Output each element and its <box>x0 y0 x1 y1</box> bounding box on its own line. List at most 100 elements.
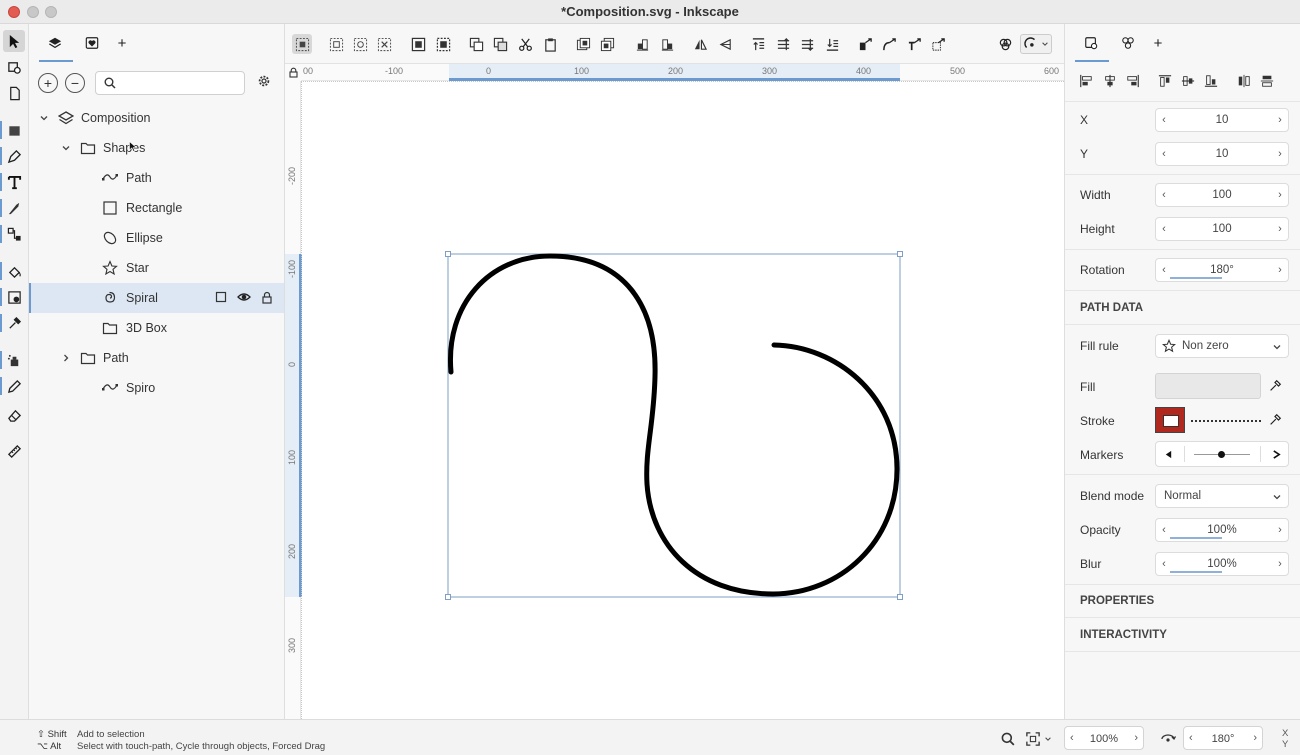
tree-item-star[interactable]: Star <box>29 253 284 283</box>
selector-tool[interactable] <box>3 30 25 52</box>
zoom-search-button[interactable] <box>1000 731 1016 747</box>
chevron-right-icon[interactable]: › <box>1274 523 1286 537</box>
rotation-value[interactable]: 180° <box>1174 264 1270 276</box>
fill-rule-dropdown[interactable]: Non zero <box>1155 334 1289 358</box>
rectangle-tool[interactable] <box>0 119 25 141</box>
rotation-spinbox[interactable]: ‹ 180° › <box>1183 726 1263 750</box>
chevron-left-icon[interactable]: ‹ <box>1158 222 1170 236</box>
tree-item-rectangle[interactable]: Rectangle <box>29 193 284 223</box>
chevron-left-icon[interactable]: ‹ <box>1070 732 1074 744</box>
height-spinbox[interactable]: ‹ 100 › <box>1155 217 1289 241</box>
clone-button[interactable] <box>490 34 510 54</box>
zoom-value[interactable]: 100% <box>1081 733 1127 745</box>
stroke-dropper-button[interactable] <box>1267 412 1283 428</box>
tab-add-button[interactable]: + <box>1147 32 1169 54</box>
chevron-right-icon[interactable]: › <box>1274 222 1286 236</box>
measure-tool[interactable] <box>3 440 25 462</box>
chevron-down-icon[interactable] <box>60 142 72 154</box>
chevron-left-icon[interactable]: ‹ <box>1189 732 1193 744</box>
flip-vertical-button[interactable] <box>715 34 735 54</box>
rotate-canvas-button[interactable] <box>1160 731 1176 747</box>
width-spinbox[interactable]: ‹ 100 › <box>1155 183 1289 207</box>
lower-to-bottom-button[interactable] <box>597 34 617 54</box>
zoom-spinbox[interactable]: ‹ 100% › <box>1064 726 1144 750</box>
chevron-right-icon[interactable]: › <box>1274 113 1286 127</box>
settings-button[interactable] <box>257 74 271 91</box>
paint-bucket-tool[interactable] <box>0 260 25 282</box>
interactivity-heading[interactable]: INTERACTIVITY <box>1080 629 1167 641</box>
chevron-right-icon[interactable] <box>60 352 72 364</box>
snap-toggle-dropdown[interactable] <box>1020 34 1052 54</box>
tree-item-ellipse[interactable]: Ellipse <box>29 223 284 253</box>
raise-to-top-button[interactable] <box>573 34 593 54</box>
object-to-path-button[interactable] <box>855 34 875 54</box>
tab-symbols[interactable] <box>81 32 103 54</box>
connector-tool[interactable] <box>0 223 25 245</box>
stroke-to-path-button[interactable] <box>879 34 899 54</box>
chevron-right-icon[interactable]: › <box>1274 188 1286 202</box>
search-input[interactable] <box>122 75 240 91</box>
zoom-fit-dropdown[interactable] <box>1026 731 1058 747</box>
fill-dropper-button[interactable] <box>1267 378 1283 394</box>
tree-item-composition[interactable]: Composition <box>29 103 284 133</box>
align-left-edge-button[interactable] <box>1077 72 1095 90</box>
cut-button[interactable] <box>515 34 535 54</box>
tree-item-spiro[interactable]: Spiro <box>29 373 284 403</box>
chevron-left-icon[interactable]: ‹ <box>1158 188 1170 202</box>
duplicate-button[interactable] <box>466 34 486 54</box>
blend-mode-dropdown[interactable]: Normal <box>1155 484 1289 508</box>
align-right-edge-button[interactable] <box>1124 72 1142 90</box>
blur-value[interactable]: 100% <box>1174 558 1270 570</box>
rotation-spinbox[interactable]: ‹ 180° › <box>1155 258 1289 282</box>
paste-button[interactable] <box>540 34 560 54</box>
opacity-value[interactable]: 100% <box>1174 524 1270 536</box>
text-to-path-button[interactable] <box>904 34 924 54</box>
chevron-right-icon[interactable]: › <box>1274 263 1286 277</box>
calligraphy-tool[interactable] <box>0 197 25 219</box>
tab-fill-stroke[interactable] <box>1117 32 1139 54</box>
eraser-tool[interactable] <box>3 404 25 426</box>
stroke-color-swatch[interactable] <box>1155 407 1185 433</box>
node-tool[interactable] <box>3 56 25 78</box>
flip-horizontal-button[interactable] <box>690 34 710 54</box>
opacity-spinbox[interactable]: ‹ 100% › <box>1155 518 1289 542</box>
marker-start-icon[interactable] <box>1164 450 1173 459</box>
align-left-button[interactable] <box>632 34 652 54</box>
blur-spinbox[interactable]: ‹ 100% › <box>1155 552 1289 576</box>
text-tool[interactable] <box>0 171 25 193</box>
x-value[interactable]: 10 <box>1174 114 1270 126</box>
chevron-right-icon[interactable]: › <box>1253 732 1257 744</box>
chevron-left-icon[interactable]: ‹ <box>1158 523 1170 537</box>
tree-item-spiral[interactable]: Spiral <box>29 283 284 313</box>
remove-layer-button[interactable]: − <box>65 73 85 93</box>
tab-add-button[interactable]: + <box>111 32 133 54</box>
pencil-tool[interactable] <box>0 375 25 397</box>
tab-layers[interactable] <box>44 32 66 54</box>
tweak-tool[interactable] <box>0 286 25 308</box>
y-spinbox[interactable]: ‹ 10 › <box>1155 142 1289 166</box>
chevron-left-icon[interactable]: ‹ <box>1158 557 1170 571</box>
align-right-button[interactable] <box>657 34 677 54</box>
tree-item-path[interactable]: Path <box>29 163 284 193</box>
chevron-left-icon[interactable]: ‹ <box>1158 113 1170 127</box>
select-all-layers-button[interactable] <box>326 34 346 54</box>
tree-item-path-group[interactable]: Path <box>29 343 284 373</box>
ungroup-button[interactable] <box>433 34 453 54</box>
boolean-ops-button[interactable] <box>995 34 1015 54</box>
canvas-rotation-value[interactable]: 180° <box>1200 733 1246 745</box>
align-center-vertical-button[interactable] <box>1179 72 1197 90</box>
chevron-right-icon[interactable]: › <box>1134 732 1138 744</box>
visibility-toggle-button[interactable] <box>237 290 251 304</box>
raise-button[interactable] <box>748 34 768 54</box>
x-spinbox[interactable]: ‹ 10 › <box>1155 108 1289 132</box>
deselect-button[interactable] <box>374 34 394 54</box>
marker-mid-icon[interactable] <box>1218 451 1225 458</box>
chevron-down-icon[interactable] <box>38 112 50 124</box>
lock-toggle-button[interactable] <box>260 290 274 304</box>
raise-one-button[interactable] <box>773 34 793 54</box>
select-toggle-button[interactable] <box>214 290 228 304</box>
dropper-tool[interactable] <box>0 312 25 334</box>
path-data-heading[interactable]: PATH DATA <box>1080 302 1143 314</box>
align-bottom-edge-button[interactable] <box>1202 72 1220 90</box>
chevron-right-icon[interactable]: › <box>1274 147 1286 161</box>
